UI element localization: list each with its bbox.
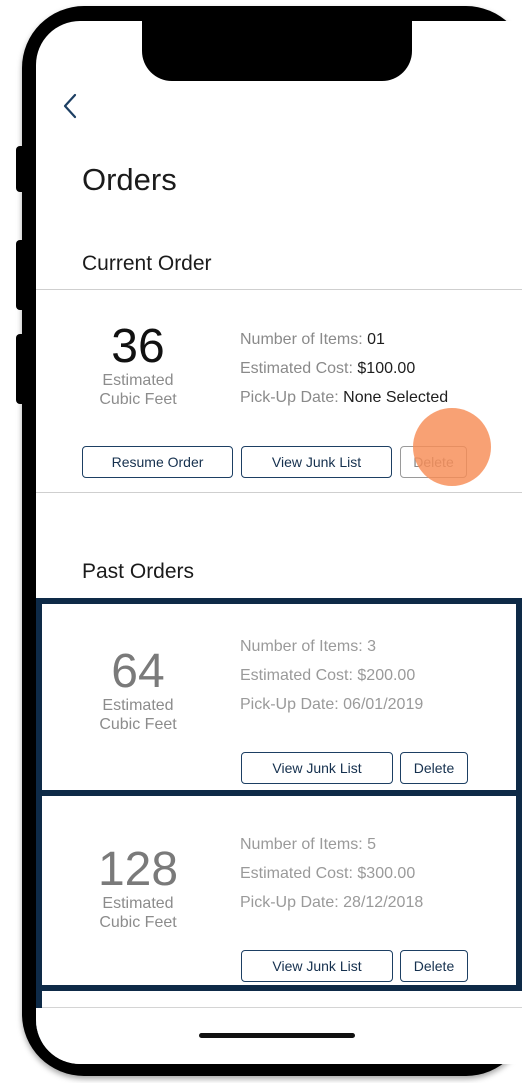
pickup-row: Pick-Up Date: None Selected: [240, 388, 448, 408]
card-top-edge: [42, 991, 522, 1008]
cost-label: Estimated Cost:: [240, 865, 353, 882]
view-junk-list-button[interactable]: View Junk List: [241, 446, 392, 478]
pickup-value: None Selected: [343, 389, 449, 406]
pickup-row: Pick-Up Date: 06/01/2019: [240, 695, 423, 715]
pickup-label: Pick-Up Date:: [240, 696, 339, 713]
cubic-feet-label: Estimated Cubic Feet: [99, 372, 177, 408]
cost-row: Estimated Cost: $300.00: [240, 864, 415, 884]
resume-order-button[interactable]: Resume Order: [82, 446, 233, 478]
items-row: Number of Items: 3: [240, 637, 376, 657]
pickup-row: Pick-Up Date: 28/12/2018: [240, 893, 423, 913]
back-button[interactable]: [58, 91, 82, 121]
items-row: Number of Items: 01: [240, 330, 385, 350]
items-label: Number of Items:: [240, 836, 363, 853]
divider: [36, 492, 522, 493]
past-order-card: 128 Estimated Cubic Feet Number of Items…: [36, 790, 522, 991]
pickup-value: 28/12/2018: [343, 894, 424, 911]
cost-value: $200.00: [357, 667, 416, 684]
cubic-feet-value: 128: [97, 843, 179, 896]
view-junk-list-button[interactable]: View Junk List: [241, 752, 393, 784]
pickup-label: Pick-Up Date:: [240, 389, 339, 406]
pickup-value: 06/01/2019: [343, 696, 424, 713]
delete-button[interactable]: Delete: [400, 950, 468, 982]
current-order-card: 36 Estimated Cubic Feet Number of Items:…: [36, 290, 522, 492]
items-label: Number of Items:: [240, 331, 363, 348]
current-order-heading: Current Order: [82, 252, 212, 275]
delete-button[interactable]: Delete: [400, 446, 467, 478]
cubic-feet-label: Estimated Cubic Feet: [99, 697, 177, 733]
items-row: Number of Items: 5: [240, 835, 376, 855]
cost-label: Estimated Cost:: [240, 360, 353, 377]
home-indicator: [199, 1033, 355, 1038]
items-value: 3: [367, 638, 377, 655]
past-order-card: 64 Estimated Cubic Feet Number of Items:…: [36, 598, 522, 796]
pickup-label: Pick-Up Date:: [240, 894, 339, 911]
page-title: Orders: [82, 162, 177, 197]
cubic-feet-label: Estimated Cubic Feet: [99, 895, 177, 931]
view-junk-list-button[interactable]: View Junk List: [241, 950, 393, 982]
cost-value: $100.00: [357, 360, 416, 377]
cost-label: Estimated Cost:: [240, 667, 353, 684]
cubic-feet-value: 36: [111, 320, 165, 373]
past-orders-heading: Past Orders: [82, 560, 195, 583]
app-stage: Orders Current Order 36 Estimated Cubic …: [0, 0, 522, 1083]
cost-value: $300.00: [357, 865, 416, 882]
cost-row: Estimated Cost: $200.00: [240, 666, 415, 686]
cost-row: Estimated Cost: $100.00: [240, 359, 415, 379]
delete-button[interactable]: Delete: [400, 752, 468, 784]
items-value: 5: [367, 836, 377, 853]
chevron-left-icon: [63, 93, 77, 119]
phone-screen: Orders Current Order 36 Estimated Cubic …: [36, 21, 522, 1064]
cubic-feet-value: 64: [111, 645, 165, 698]
items-label: Number of Items:: [240, 638, 363, 655]
notch: [142, 21, 412, 81]
items-value: 01: [367, 331, 385, 348]
